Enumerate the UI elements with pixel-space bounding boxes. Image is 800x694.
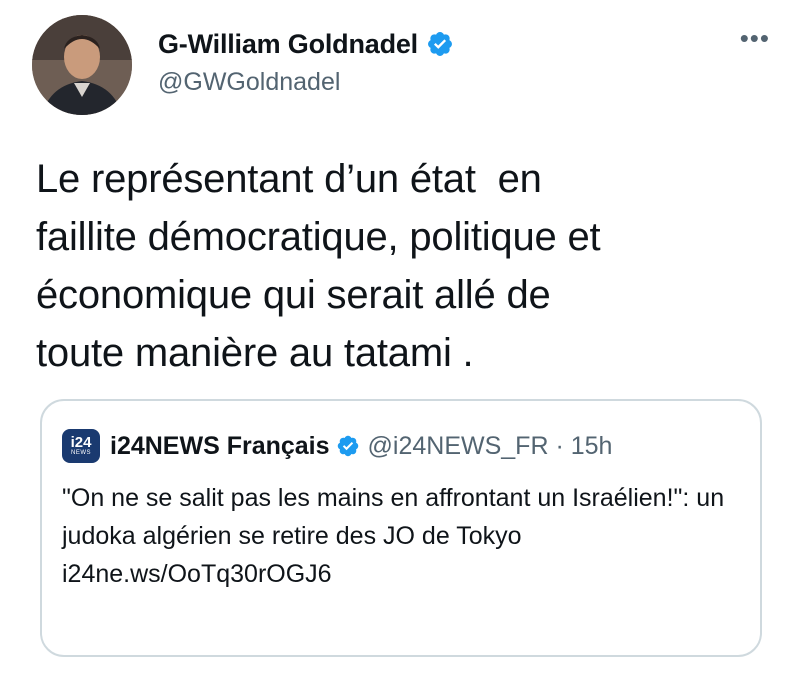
verified-icon <box>336 434 360 458</box>
quoted-header: i24 NEWS i24NEWS Français @i24NEWS_FR · … <box>62 429 612 463</box>
quoted-tweet[interactable]: i24 NEWS i24NEWS Français @i24NEWS_FR · … <box>40 399 762 657</box>
quoted-text: "On ne se salit pas les mains en affront… <box>62 484 725 550</box>
more-options-icon[interactable]: ••• <box>740 25 770 51</box>
author-block: G-William Goldnadel @GWGoldnadel <box>158 26 454 97</box>
logo-text: i24 <box>70 434 92 451</box>
profile-photo <box>32 15 132 115</box>
verified-icon <box>426 30 454 58</box>
avatar[interactable] <box>32 15 132 115</box>
quoted-handle-time: @i24NEWS_FR · 15h <box>367 431 613 460</box>
quoted-link[interactable]: i24ne.ws/OoTq30rOGJ6 <box>62 555 742 593</box>
i24news-logo-icon: i24 NEWS <box>62 429 100 463</box>
quoted-author-name: i24NEWS Français <box>110 431 330 460</box>
author-name[interactable]: G-William Goldnadel <box>158 29 418 60</box>
tweet-text: Le représentant d’un état en faillite dé… <box>36 157 601 375</box>
author-handle[interactable]: @GWGoldnadel <box>158 68 454 97</box>
logo-sub-text: NEWS <box>71 450 91 456</box>
quoted-body: "On ne se salit pas les mains en affront… <box>62 479 742 593</box>
